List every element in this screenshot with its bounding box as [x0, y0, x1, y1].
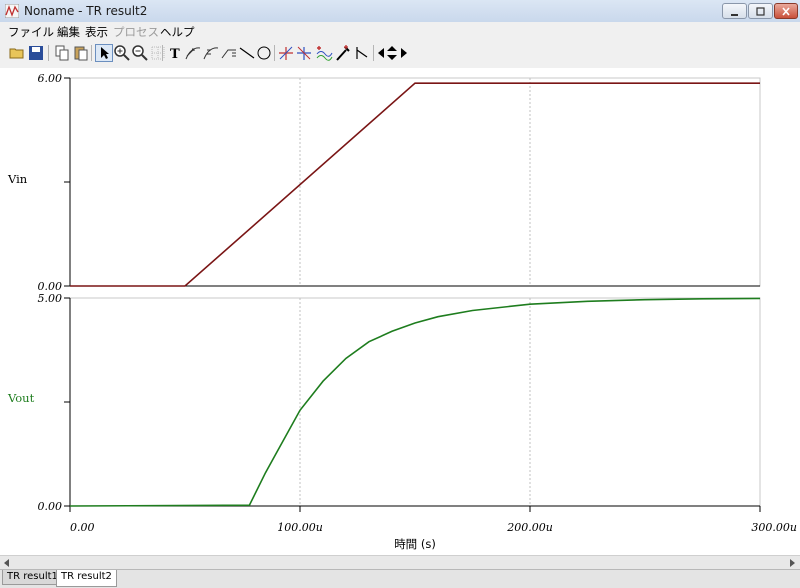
maximize-button[interactable] — [748, 3, 773, 19]
scroll-right-icon[interactable] — [398, 44, 410, 62]
measure-slope-icon[interactable] — [220, 44, 238, 62]
minimize-icon — [731, 14, 738, 16]
vin-ytick-top-label: 6.00 — [38, 72, 63, 85]
circle-icon[interactable] — [255, 44, 273, 62]
window-title: Noname - TR result2 — [24, 4, 148, 18]
close-button[interactable] — [774, 3, 798, 19]
toolbar-separator — [162, 45, 163, 61]
scroll-right-arrow-icon[interactable] — [787, 558, 797, 568]
tab-tr-result1[interactable]: TR result1 — [2, 570, 63, 585]
svg-text:T: T — [170, 47, 180, 62]
title-bar: Noname - TR result2 — [0, 0, 800, 23]
marker-a-icon[interactable] — [277, 44, 295, 62]
zoom-fit-icon[interactable] — [131, 44, 149, 62]
paste-icon[interactable] — [72, 44, 90, 62]
toolbar-separator — [48, 45, 49, 61]
zoom-in-icon[interactable] — [113, 44, 131, 62]
open-folder-icon[interactable] — [8, 44, 26, 62]
measure-icon[interactable] — [184, 44, 202, 62]
result-tabs: TR result1 TR result2 — [0, 569, 800, 588]
cursor-icon[interactable] — [353, 44, 371, 62]
vout-axis-label: Vout — [7, 391, 35, 405]
grid-icon[interactable] — [149, 44, 167, 62]
menu-view[interactable]: 表示 — [85, 24, 108, 40]
probe-icon[interactable] — [334, 44, 352, 62]
vout-ytick-top-label: 5.00 — [38, 292, 63, 305]
line-icon[interactable] — [238, 44, 256, 62]
horizontal-scrollbar[interactable] — [0, 555, 800, 570]
plot-background — [0, 68, 800, 555]
toolbar: T — [0, 40, 800, 69]
marker-b-icon[interactable] — [295, 44, 313, 62]
waveform-plot[interactable]: 6.00 0.00 5.00 0.00 Vin Vout 0.00 100.00… — [0, 68, 800, 555]
text-icon[interactable]: T — [166, 44, 184, 62]
menu-process[interactable]: プロセス — [113, 24, 159, 40]
vout-ytick-bottom-label: 0.00 — [38, 500, 63, 513]
x-tick-label: 200.00u — [506, 521, 553, 534]
pointer-icon[interactable] — [95, 44, 113, 62]
copy-icon[interactable] — [53, 44, 71, 62]
maximize-icon — [756, 7, 765, 16]
toolbar-separator — [373, 45, 374, 61]
minimize-button[interactable] — [722, 3, 747, 19]
menu-edit[interactable]: 編集 — [57, 24, 80, 40]
x-axis-title: 時間 (s) — [394, 537, 436, 551]
save-disk-icon[interactable] — [27, 44, 45, 62]
x-tick-label: 0.00 — [70, 521, 95, 534]
vin-axis-label: Vin — [7, 172, 28, 186]
add-trace-icon[interactable] — [315, 44, 333, 62]
measure-diff-icon[interactable] — [202, 44, 220, 62]
toolbar-separator — [274, 45, 275, 61]
menu-bar: ファイル 編集 表示 プロセス ヘルプ — [0, 22, 800, 40]
x-tick-label: 100.00u — [277, 521, 323, 534]
tab-tr-result2[interactable]: TR result2 — [56, 570, 117, 587]
menu-help[interactable]: ヘルプ — [160, 24, 195, 40]
scroll-left-arrow-icon[interactable] — [2, 558, 12, 568]
x-tick-label: 300.00u — [751, 521, 797, 534]
menu-file[interactable]: ファイル — [8, 24, 54, 40]
scroll-updown-icon[interactable] — [386, 44, 398, 62]
toolbar-separator — [91, 45, 92, 61]
close-icon — [782, 7, 790, 16]
app-waveform-icon — [5, 4, 19, 18]
